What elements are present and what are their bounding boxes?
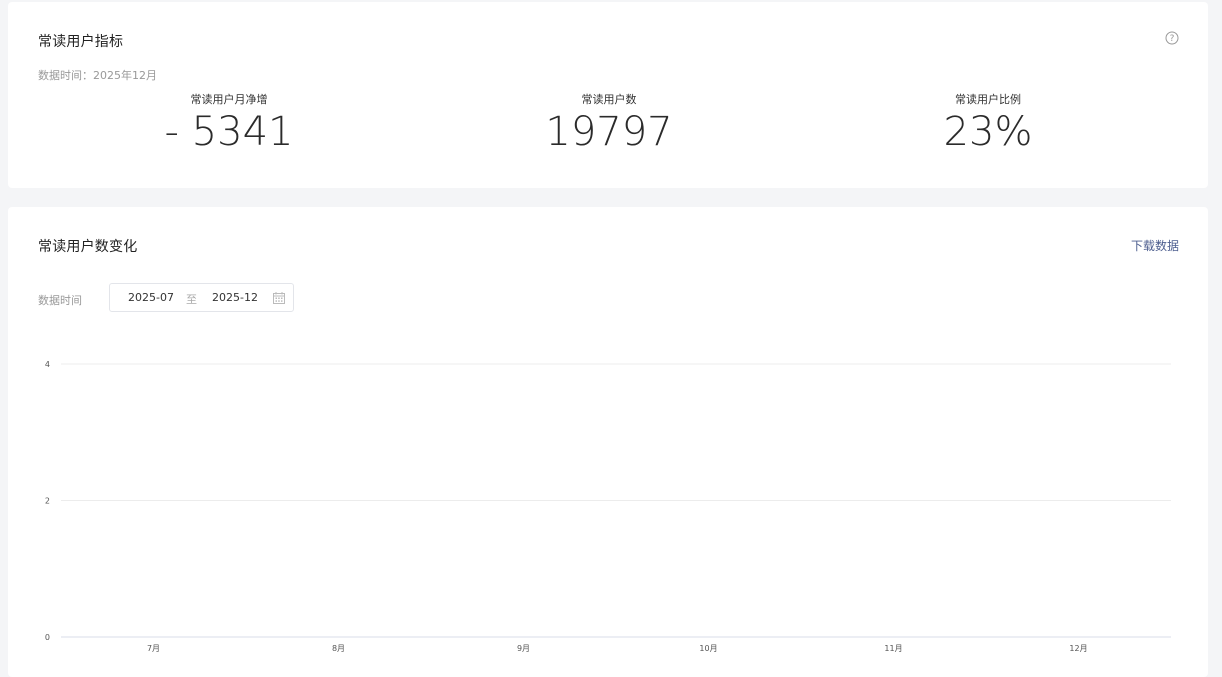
y-tick-label: 4 [45,360,50,369]
metrics-card-title: 常读用户指标 [38,34,124,50]
help-circle-icon[interactable]: ? [1165,31,1179,45]
metric-value: 19797 [545,109,673,155]
x-tick-label: 8月 [332,644,345,653]
metric-value: 23% [943,109,1033,155]
metric-label: 常读用户比例 [955,93,1021,106]
metric-label: 常读用户数 [581,93,637,106]
x-tick-label: 9月 [517,644,530,653]
metric-regular-user-ratio: 常读用户比例 23% [838,92,1138,154]
x-tick-label: 10月 [699,644,717,653]
trend-line-chart: 0 2 4 7月 8月 9月 10月 11月 12月 [45,360,1171,653]
y-tick-label: 0 [45,633,50,642]
x-tick-label: 11月 [884,644,902,653]
metric-label: 常读用户月净增 [190,93,268,106]
metric-monthly-net-growth: 常读用户月净增 - 5341 [79,92,379,154]
metric-value: - 5341 [164,109,294,155]
data-time-label: 数据时间：2025年12月 [38,69,157,82]
x-tick-label: 12月 [1069,644,1087,653]
trend-card: 常读用户数变化 下载数据 数据时间 2025-07 至 2025-12 0247… [8,207,1208,677]
x-tick-label: 7月 [147,644,160,653]
metric-regular-users: 常读用户数 19797 [459,92,759,154]
metrics-card: 常读用户指标 ? 数据时间：2025年12月 常读用户月净增 - 5341 常读… [8,2,1208,188]
svg-text:?: ? [1170,34,1175,44]
y-tick-label: 2 [45,497,50,506]
